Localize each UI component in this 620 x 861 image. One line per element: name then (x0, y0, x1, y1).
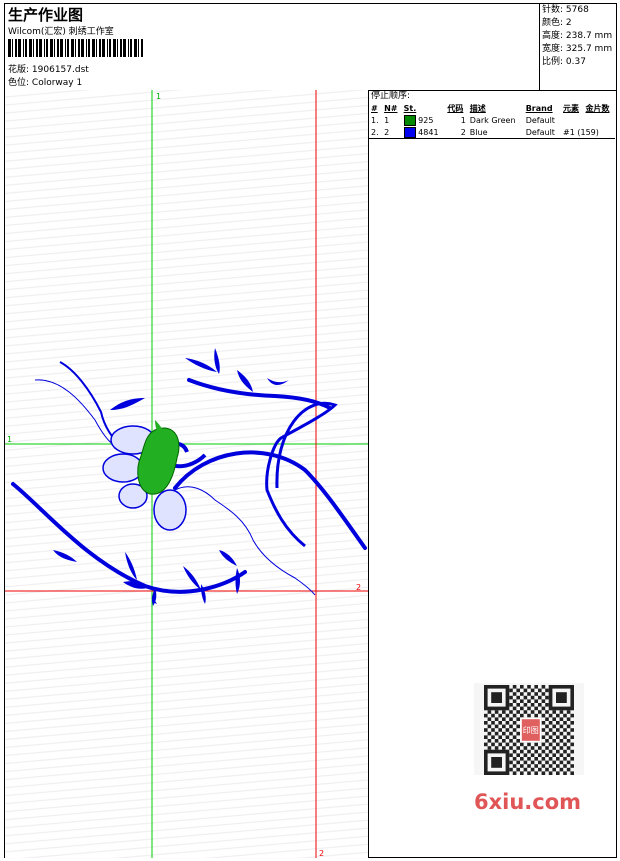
swirl-loop-stroke (265, 401, 338, 548)
qr-code: 印图 (474, 683, 584, 775)
color-swatch (403, 114, 416, 126)
leaf-11 (235, 568, 240, 594)
company-name: Wilcom(汇宏) 刺绣工作室 (8, 27, 114, 37)
leaf-10 (219, 550, 237, 566)
row-element (561, 114, 583, 126)
stat-colors: 颜色: 2 (542, 18, 572, 28)
watermark-text: 6xiu.com (474, 790, 582, 814)
col-desc: 描述 (469, 103, 486, 113)
table-row: 2. 2 4841 2 Blue Default #1 (159) (369, 126, 615, 139)
green-guide-label-left: 1 (7, 435, 12, 444)
stat-stitches: 针数: 5768 (542, 5, 589, 15)
stop-sequence-panel: 停止顺序: # N# St. 代码 描述 Brand 元素 金片数 1. 1 9… (369, 90, 616, 858)
leaf-1 (185, 358, 217, 372)
color-swatch (403, 126, 416, 138)
thin-outline-left (34, 379, 116, 447)
embroidery-preview: 1 1 2 2 (5, 90, 368, 858)
red-guide-label-right: 2 (356, 583, 361, 592)
page-title: 生产作业图 (8, 6, 84, 24)
row-brand: Default (525, 115, 555, 125)
sheet-header: 生产作业图 Wilcom(汇宏) 刺绣工作室 花版: 1906157.dst 色… (5, 4, 616, 91)
row-n: 2 (384, 127, 390, 137)
leaf-4 (267, 378, 289, 385)
row-brand: Default (525, 127, 555, 137)
row-index: 2. (371, 127, 379, 137)
red-guide-label-bottom: 2 (319, 849, 324, 858)
col-n: N# (384, 103, 398, 113)
row-index: 1. (371, 115, 379, 125)
row-sequins (584, 114, 616, 126)
stop-sequence-title: 停止顺序: (371, 91, 411, 101)
leaf-3 (237, 370, 253, 392)
stat-scale: 比例: 0.37 (542, 57, 586, 67)
row-code: 1 (460, 115, 466, 125)
stat-height: 高度: 238.7 mm (542, 31, 613, 41)
row-code: 2 (460, 127, 466, 137)
row-n: 1 (384, 115, 390, 125)
leaf-6 (53, 550, 77, 562)
row-desc: Blue (469, 127, 488, 137)
col-brand: Brand (525, 103, 553, 113)
row-st: 925 (402, 114, 446, 126)
colorway-field: 色位: Colorway 1 (8, 75, 82, 88)
qr-badge-text: 印图 (523, 726, 539, 735)
stat-width: 宽度: 325.7 mm (542, 44, 613, 54)
col-index: # (371, 103, 378, 113)
design-label: 花版: (8, 65, 30, 75)
embroidery-design (11, 348, 367, 606)
col-sequins: 金片数 (585, 103, 610, 113)
production-sheet: 生产作业图 Wilcom(汇宏) 刺绣工作室 花版: 1906157.dst 色… (4, 3, 617, 858)
colorway-label: 色位: (8, 78, 30, 88)
color-table: # N# St. 代码 描述 Brand 元素 金片数 1. 1 925 1 D… (369, 102, 615, 141)
stats-box: 针数: 5768 颜色: 2 高度: 238.7 mm 宽度: 325.7 mm… (539, 4, 616, 90)
col-code: 代码 (447, 103, 464, 113)
thin-outline-right (174, 486, 316, 596)
row-desc: Dark Green (469, 115, 516, 125)
design-canvas: 1 1 2 2 (5, 90, 369, 858)
green-guide-label-top: 1 (156, 92, 161, 101)
colorway-value: Colorway 1 (31, 78, 83, 88)
col-element: 元素 (563, 103, 580, 113)
leaf-9 (183, 566, 201, 590)
row-element: #1 (159) (563, 127, 599, 137)
leaf-2 (214, 348, 220, 374)
petal-bottom (153, 489, 187, 531)
row-st: 4841 (402, 126, 446, 139)
design-field: 花版: 1906157.dst (8, 62, 89, 75)
upper-vine-stroke (187, 378, 332, 410)
table-row: 1. 1 925 1 Dark Green Default (369, 114, 615, 126)
col-st: St. (403, 103, 417, 113)
petal-left (102, 453, 144, 483)
color-table-header: # N# St. 代码 描述 Brand 元素 金片数 (369, 102, 615, 114)
barcode (8, 39, 143, 57)
design-value: 1906157.dst (31, 65, 89, 75)
leaf-5 (110, 398, 145, 410)
